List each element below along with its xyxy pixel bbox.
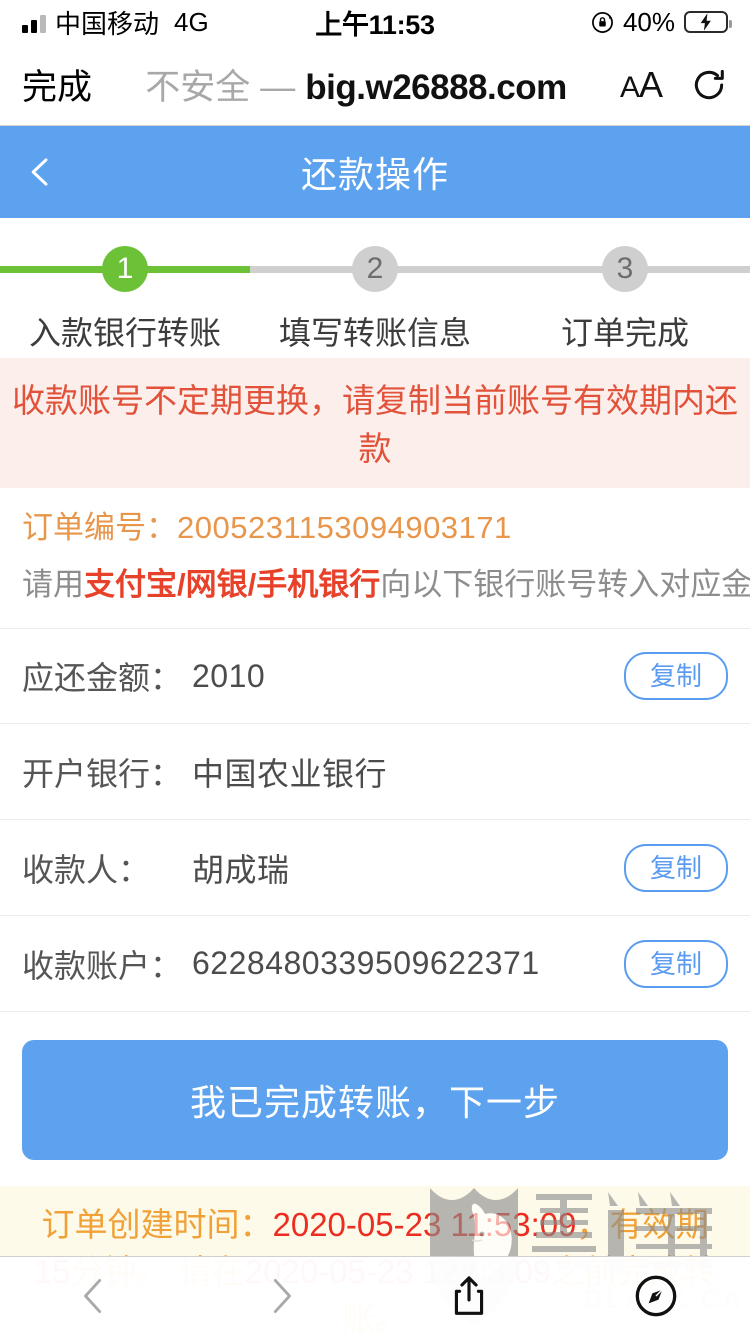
battery-icon (684, 11, 732, 33)
signal-strength-icon (22, 11, 46, 33)
address-bar[interactable]: 不安全 — big.w26888.com (92, 59, 620, 110)
page-title: 还款操作 (300, 154, 449, 195)
carrier-name: 中国移动 (55, 8, 160, 39)
confirm-transfer-button[interactable]: 我已完成转账，下一步 (22, 1040, 728, 1160)
share-icon[interactable] (375, 1274, 563, 1318)
row-value-amount: 2010 (192, 657, 266, 694)
browser-bottom-toolbar (0, 1256, 750, 1334)
hint-suffix: 向以下银行账号转入对应金额 (380, 567, 750, 602)
browser-back-button[interactable] (0, 1276, 188, 1316)
table-row: 收款账户： 6228480339509622371 复制 (0, 916, 750, 1012)
payment-detail-rows: 应还金额： 2010 复制 开户银行： 中国农业银行 收款人： 胡成瑞 复制 收… (0, 628, 750, 1012)
stepper-step-1: 1 入款银行转账 (0, 218, 250, 354)
row-value-payee: 胡成瑞 (192, 851, 290, 888)
browser-toolbar: 完成 不安全 — big.w26888.com AA (0, 44, 750, 126)
hint-channels: 支付宝/网银/手机银行 (84, 567, 381, 602)
order-number-label: 订单编号： (22, 510, 177, 545)
table-row: 开户银行： 中国农业银行 (0, 724, 750, 820)
order-number-line: 订单编号：2005231153094903171 (22, 502, 728, 547)
row-label-bank: 开户银行： (22, 755, 183, 792)
row-value-bank: 中国农业银行 (192, 755, 388, 792)
security-status-label: 不安全 (145, 68, 251, 107)
stepper-step-3: 3 订单完成 (500, 218, 750, 354)
done-button[interactable]: 完成 (22, 59, 92, 110)
reload-icon[interactable] (690, 66, 728, 104)
stepper-label-1: 入款银行转账 (28, 315, 221, 351)
tabs-icon[interactable] (563, 1274, 750, 1318)
row-label-payee: 收款人： (22, 851, 151, 888)
text-size-button[interactable]: AA (620, 64, 663, 106)
row-label-account: 收款账户： (22, 947, 183, 984)
payment-channel-hint: 请用支付宝/网银/手机银行向以下银行账号转入对应金额 (22, 559, 750, 604)
back-arrow-icon[interactable] (24, 155, 58, 189)
page-header: 还款操作 (0, 126, 750, 218)
charging-bolt-icon (700, 13, 711, 31)
copy-button-amount[interactable]: 复制 (623, 652, 728, 700)
address-separator: — (260, 68, 296, 107)
rotation-lock-icon (591, 11, 614, 34)
copy-button-payee[interactable]: 复制 (623, 843, 728, 892)
deadline-created-label: 订单创建时间： (41, 1206, 273, 1243)
status-bar: 中国移动 4G 上午11:53 40% (0, 0, 750, 44)
address-host: big.w26888.com (305, 68, 567, 107)
status-bar-left: 中国移动 4G (22, 4, 209, 41)
stepper-circle-3: 3 (602, 246, 648, 292)
table-row: 收款人： 胡成瑞 复制 (0, 820, 750, 916)
account-change-warning: 收款账号不定期更换，请复制当前账号有效期内还款 (0, 358, 750, 488)
stepper-circle-2: 2 (352, 246, 398, 292)
progress-stepper: 1 入款银行转账 2 填写转账信息 3 订单完成 (0, 218, 750, 358)
stepper-label-2: 填写转账信息 (278, 315, 471, 351)
cta-container: 我已完成转账，下一步 (0, 1012, 750, 1160)
browser-forward-button[interactable] (188, 1276, 376, 1316)
network-type: 4G (174, 6, 209, 37)
order-number-value: 2005231153094903171 (177, 510, 512, 545)
status-bar-right: 40% (591, 6, 732, 38)
hint-prefix: 请用 (22, 567, 84, 602)
deadline-created-time: 2020-05-23 11:53:09 (272, 1206, 577, 1243)
phone-screen: 中国移动 4G 上午11:53 40% 完成 不安全 — big.w26888.… (0, 0, 750, 1334)
row-value-account: 6228480339509622371 (192, 945, 540, 981)
stepper-circle-1: 1 (102, 246, 148, 292)
deadline-valid-mid: ，有效期 (576, 1206, 709, 1243)
copy-button-account[interactable]: 复制 (623, 939, 728, 988)
battery-percent: 40% (622, 6, 675, 37)
order-info: 订单编号：2005231153094903171 请用支付宝/网银/手机银行向以… (0, 488, 750, 614)
table-row: 应还金额： 2010 复制 (0, 628, 750, 724)
stepper-items: 1 入款银行转账 2 填写转账信息 3 订单完成 (0, 218, 750, 354)
stepper-label-3: 订单完成 (560, 315, 689, 351)
stepper-step-2: 2 填写转账信息 (250, 218, 500, 354)
row-label-amount: 应还金额： (22, 660, 183, 696)
